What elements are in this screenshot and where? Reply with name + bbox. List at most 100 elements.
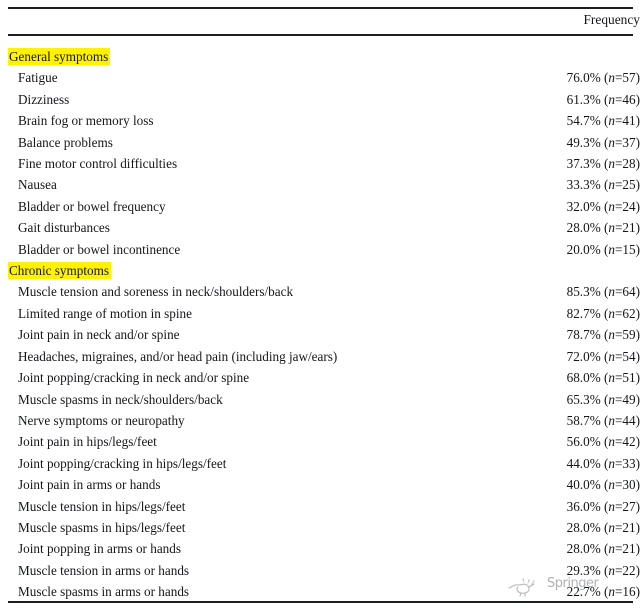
row-frequency: 29.3% (n=22) [500,560,640,581]
row-n-value: =21) [614,541,640,557]
row-n-value: =41) [614,113,640,129]
row-frequency: 40.0% (n=30) [500,474,640,495]
row-frequency: 49.3% (n=37) [500,132,640,153]
row-frequency: 76.0% (n=57) [500,67,640,88]
row-label: Nausea [18,177,57,193]
table-header-row: Frequency [0,9,640,38]
row-n-value: =21) [614,220,640,236]
section-frequency-cell [500,46,640,67]
row-percent: 28.0% ( [566,220,609,236]
row-n-symbol: n [608,562,615,578]
header-spacer-cell [0,38,640,46]
table-row: Brain fog or memory loss 54.7% (n=41) [0,110,640,131]
row-frequency: 32.0% (n=24) [500,196,640,217]
section-title-highlight: Chronic symptoms [8,262,112,280]
row-n-symbol: n [608,177,615,193]
symptom-frequency-table: Frequency General symptoms Fatigue 76.0% (n… [0,9,640,603]
section-header-row: General symptoms [0,46,640,67]
row-label: Balance problems [18,134,113,150]
row-percent: 78.7% ( [566,327,609,343]
row-frequency: 56.0% (n=42) [500,431,640,452]
row-n-symbol: n [608,134,615,150]
row-frequency: 22.7% (n=16) [500,581,640,602]
row-n-symbol: n [608,455,615,471]
row-frequency: 78.7% (n=59) [500,324,640,345]
row-percent: 28.0% ( [566,541,609,557]
row-n-symbol: n [608,241,615,257]
row-frequency: 61.3% (n=46) [500,89,640,110]
row-n-value: =42) [614,434,640,450]
row-label: Fine motor control difficulties [18,156,178,172]
section-title-highlight: General symptoms [8,48,111,65]
row-frequency: 72.0% (n=54) [500,346,640,367]
section-header-row: Chronic symptoms [0,260,640,281]
table-row: Fine motor control difficulties 37.3% (n=… [0,153,640,174]
table-row: Muscle tension in hips/legs/feet 36.0% (n… [0,496,640,517]
row-frequency: 58.7% (n=44) [500,410,640,431]
row-n-value: =30) [614,477,640,493]
section-title-cell: General symptoms [0,46,500,67]
row-label: Joint popping/cracking in neck and/or sp… [18,370,250,386]
table-row: Joint pain in neck and/or spine 78.7% (n=… [0,324,640,345]
section-frequency-cell [500,260,640,281]
row-label: Joint popping/cracking in hips/legs/feet [18,455,227,471]
table-row: Muscle spasms in neck/shoulders/back 65.3… [0,389,640,410]
row-percent: 72.0% ( [566,348,609,364]
row-n-symbol: n [608,327,615,343]
row-label: Joint pain in arms or hands [18,477,161,493]
row-percent: 22.7% ( [566,584,609,600]
row-frequency: 36.0% (n=27) [500,496,640,517]
row-frequency: 85.3% (n=64) [500,281,640,302]
row-n-symbol: n [608,91,615,107]
row-n-symbol: n [608,370,615,386]
row-frequency: 65.3% (n=49) [500,389,640,410]
row-label: Muscle spasms in hips/legs/feet [18,519,186,535]
row-frequency: 28.0% (n=21) [500,538,640,559]
row-n-symbol: n [608,519,615,535]
row-n-symbol: n [608,156,615,172]
row-label: Dizziness [18,91,70,107]
column-header-frequency: Frequency [583,12,640,27]
row-percent: 65.3% ( [566,391,609,407]
row-label: Headaches, migraines, and/or head pain (… [18,348,338,364]
table-row: Joint pain in hips/legs/feet 56.0% (n=42) [0,431,640,452]
row-n-value: =37) [614,134,640,150]
row-n-value: =22) [614,562,640,578]
row-n-value: =51) [614,370,640,386]
row-label: Bladder or bowel frequency [18,198,166,214]
row-percent: 85.3% ( [566,284,609,300]
row-frequency: 20.0% (n=15) [500,239,640,260]
row-label: Gait disturbances [18,220,110,236]
row-frequency: 28.0% (n=21) [500,517,640,538]
header-spacer-row [0,38,640,46]
column-header-label [0,9,500,38]
row-label: Fatigue [18,70,58,86]
section-title-cell: Chronic symptoms [0,260,500,281]
row-percent: 58.7% ( [566,412,609,428]
row-n-symbol: n [608,434,615,450]
table-row: Muscle spasms in arms or hands 22.7% (n=1… [0,581,640,602]
table-row: Limited range of motion in spine 82.7% (n… [0,303,640,324]
row-n-symbol: n [608,198,615,214]
row-label: Muscle tension in arms or hands [18,562,190,578]
row-n-symbol: n [608,498,615,514]
row-percent: 82.7% ( [566,305,609,321]
row-percent: 61.3% ( [566,91,609,107]
row-frequency: 54.7% (n=41) [500,110,640,131]
row-n-value: =28) [614,156,640,172]
row-n-symbol: n [608,113,615,129]
row-percent: 28.0% ( [566,519,609,535]
row-n-symbol: n [608,348,615,364]
row-percent: 32.0% ( [566,198,609,214]
row-n-symbol: n [608,412,615,428]
table-row: Muscle spasms in hips/legs/feet 28.0% (n=… [0,517,640,538]
row-percent: 76.0% ( [566,70,609,86]
table-row: Muscle tension in arms or hands 29.3% (n=… [0,560,640,581]
row-percent: 20.0% ( [566,241,609,257]
table-row: Bladder or bowel frequency 32.0% (n=24) [0,196,640,217]
row-n-symbol: n [608,541,615,557]
row-n-symbol: n [608,284,615,300]
row-n-symbol: n [608,391,615,407]
table-row: Joint popping/cracking in hips/legs/feet… [0,453,640,474]
row-label: Muscle tension in hips/legs/feet [18,498,186,514]
